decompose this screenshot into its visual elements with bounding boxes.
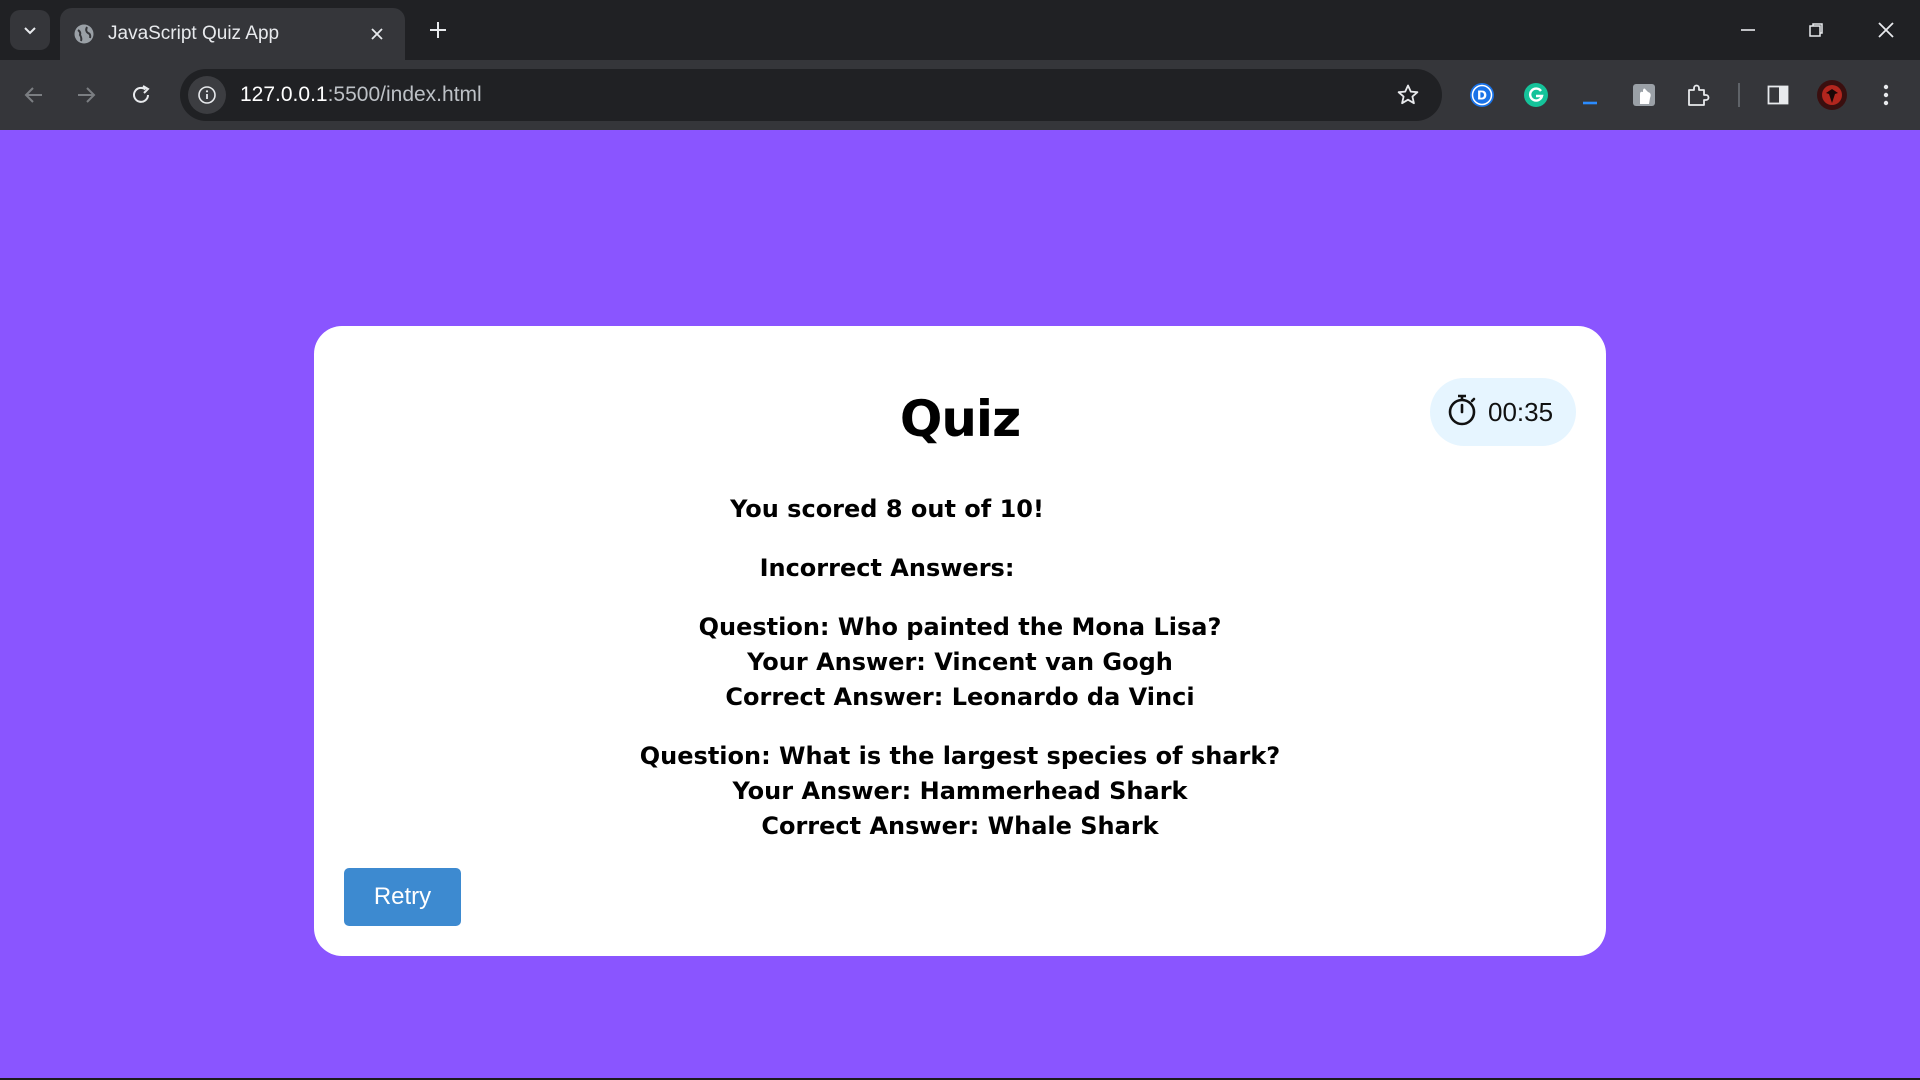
puzzle-icon[interactable]	[1680, 77, 1716, 113]
quiz-card: Quiz 00:35 You scored 8 out of 10! Incor…	[314, 326, 1606, 956]
reload-icon[interactable]	[121, 75, 161, 115]
question-text: Question: What is the largest species of…	[639, 742, 1281, 770]
star-icon[interactable]	[1388, 75, 1428, 115]
browser-toolbar: 127.0.0.1:5500/index.html D	[0, 60, 1920, 130]
your-answer-text: Your Answer: Vincent van Gogh	[747, 648, 1173, 676]
close-window-icon[interactable]	[1858, 8, 1914, 52]
plus-icon[interactable]	[422, 14, 454, 46]
forward-arrow-icon[interactable]	[66, 75, 106, 115]
side-panel-icon[interactable]	[1760, 77, 1796, 113]
restore-icon[interactable]	[1788, 8, 1844, 52]
info-icon[interactable]	[188, 76, 226, 114]
url-text[interactable]: 127.0.0.1:5500/index.html	[240, 83, 1388, 107]
page-title: Quiz	[899, 390, 1021, 448]
minimize-icon[interactable]	[1720, 8, 1776, 52]
close-icon[interactable]	[363, 20, 391, 48]
svg-text:D: D	[1477, 89, 1487, 103]
stopwatch-icon	[1446, 393, 1478, 432]
score-text: You scored 8 out of 10!	[730, 495, 1044, 523]
page-viewport: Quiz 00:35 You scored 8 out of 10! Incor…	[0, 130, 1920, 1078]
address-bar[interactable]: 127.0.0.1:5500/index.html	[180, 69, 1442, 121]
your-answer-text: Your Answer: Hammerhead Shark	[732, 777, 1188, 805]
globe-icon	[72, 22, 96, 46]
tab-title: JavaScript Quiz App	[108, 23, 280, 44]
underscore-extension-icon[interactable]	[1572, 77, 1608, 113]
retry-button[interactable]: Retry	[344, 868, 461, 926]
tab-search-icon[interactable]	[10, 10, 50, 50]
grammarly-icon[interactable]	[1518, 77, 1554, 113]
browser-tab-active[interactable]: JavaScript Quiz App	[60, 8, 405, 60]
kebab-menu-icon[interactable]	[1868, 77, 1904, 113]
extension-d-icon[interactable]: D	[1464, 77, 1500, 113]
incorrect-answers-heading: Incorrect Answers:	[759, 554, 1015, 582]
back-arrow-icon[interactable]	[14, 75, 54, 115]
timer-value: 00:35	[1488, 396, 1554, 427]
browser-tab-strip: JavaScript Quiz App	[0, 0, 1920, 60]
tile-extension-icon[interactable]	[1626, 77, 1662, 113]
profile-avatar[interactable]	[1814, 77, 1850, 113]
timer-badge: 00:35	[1430, 378, 1576, 446]
correct-answer-text: Correct Answer: Leonardo da Vinci	[725, 683, 1195, 711]
question-text: Question: Who painted the Mona Lisa?	[698, 613, 1222, 641]
correct-answer-text: Correct Answer: Whale Shark	[761, 812, 1159, 840]
toolbar-divider	[1738, 83, 1740, 107]
